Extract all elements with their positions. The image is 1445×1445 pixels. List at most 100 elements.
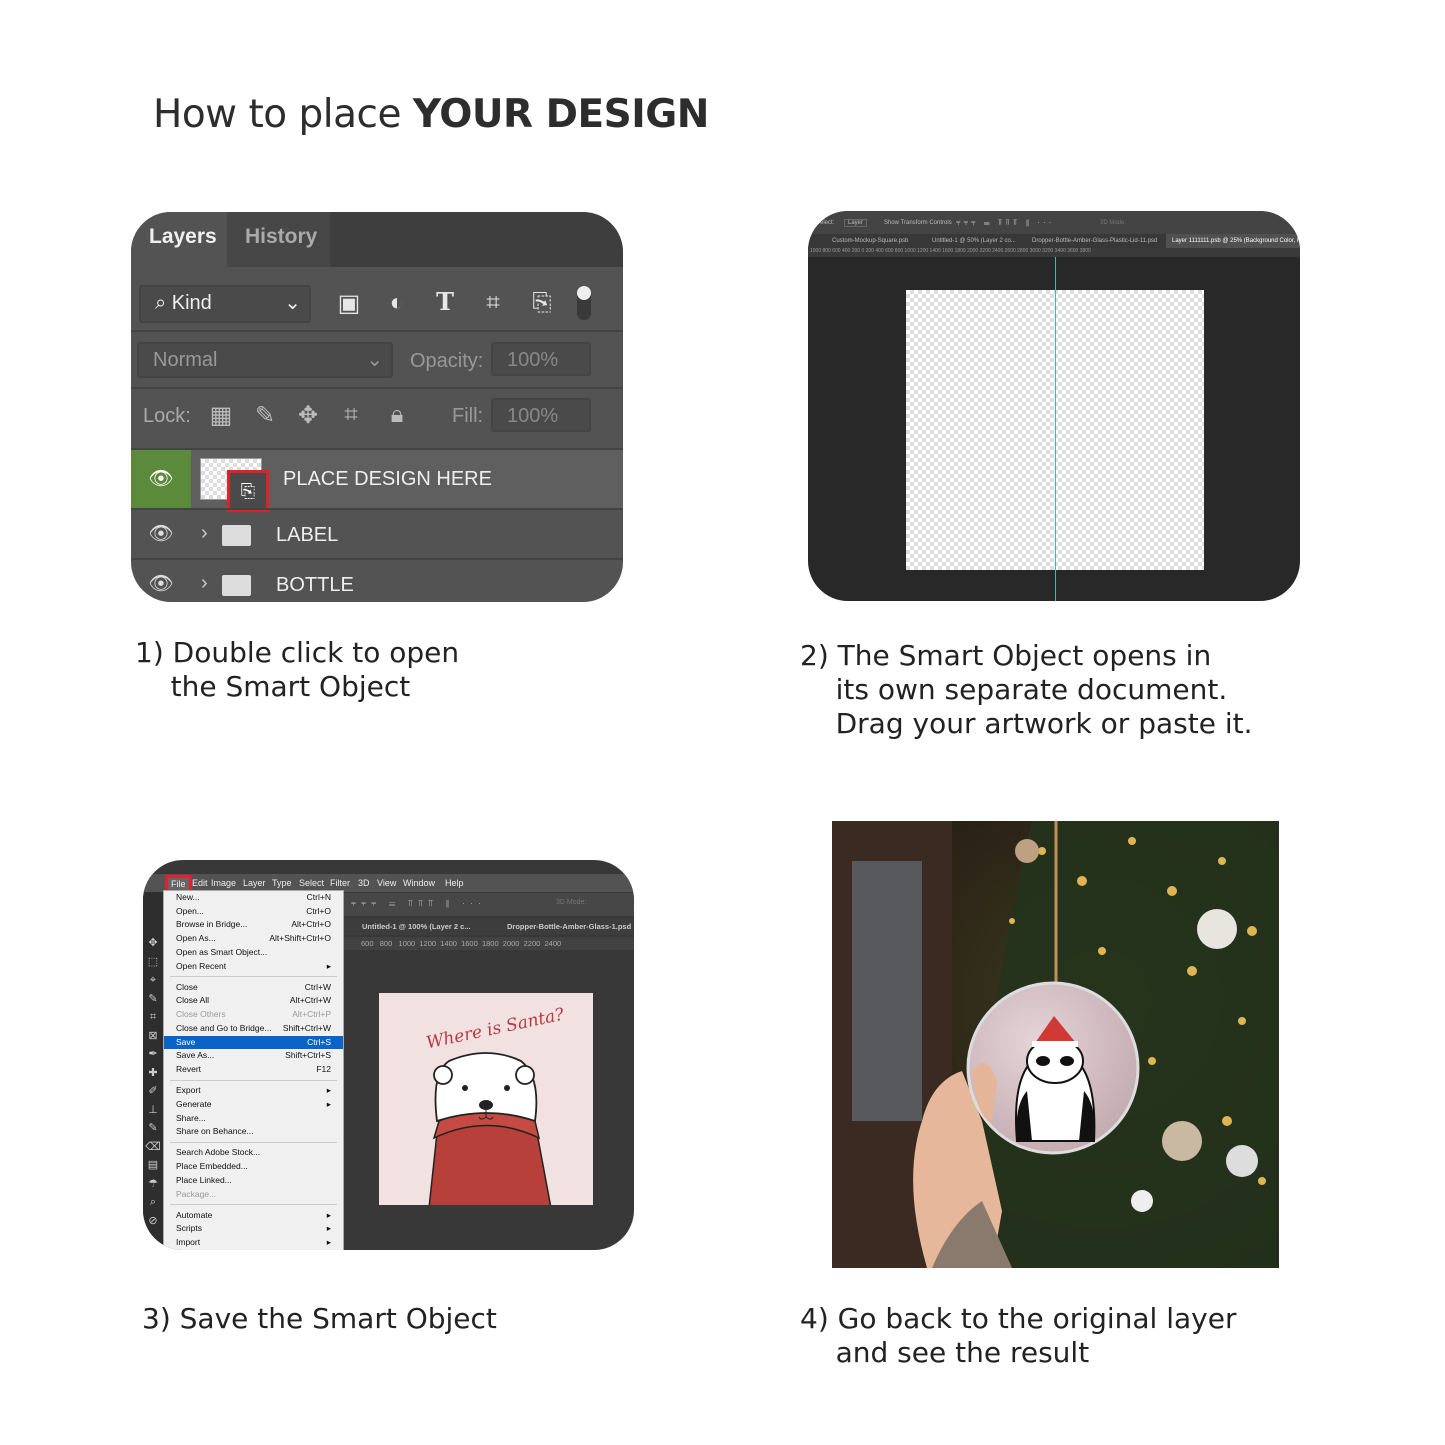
panel-tabs: Layers History <box>131 212 623 267</box>
menu-item-share[interactable]: Share... <box>164 1112 343 1126</box>
tools-panel[interactable]: ✥ ⬚ ⌖ ✎ ⌗ ⊠ ✒ ✚ ✐ ⊥ ✎ ⌫ ▤ ☂ ⌕ ⊘ <box>143 892 163 1250</box>
adjustment-filter-icon[interactable]: ◐ <box>382 289 412 317</box>
menu-window[interactable]: Window <box>403 878 435 888</box>
blend-mode-select[interactable]: Normal ⌄ <box>137 342 393 378</box>
menu-item-place-linked[interactable]: Place Linked... <box>164 1174 343 1188</box>
filter-kind-select[interactable]: ⌕ Kind ⌄ <box>139 285 311 323</box>
menu-item-package[interactable]: Package... <box>164 1188 343 1202</box>
chevron-down-icon: ⌄ <box>366 349 383 371</box>
opacity-label: Opacity: <box>410 350 484 372</box>
layer-name: PLACE DESIGN HERE <box>283 468 492 490</box>
eye-icon[interactable]: 👁︎ <box>131 510 191 558</box>
doc-tab-active[interactable]: Layer 1111111.psb @ 25% (Background Colo… <box>1166 234 1300 248</box>
layer-row-bottle[interactable]: 👁︎ › BOTTLE <box>131 558 623 602</box>
options-bar: Select: Layer Show Transform Controls ⫧⫧… <box>808 211 1300 234</box>
fill-input[interactable]: 100% <box>491 398 591 432</box>
menu-layer[interactable]: Layer <box>243 878 266 888</box>
guide-line[interactable] <box>1055 257 1056 601</box>
chevron-right-icon[interactable]: › <box>201 572 208 595</box>
menu-item-scripts[interactable]: Scripts ▸ <box>164 1222 343 1236</box>
step-4-caption: 4) Go back to the original layer and see… <box>800 1302 1237 1369</box>
lock-label: Lock: <box>143 405 191 427</box>
document-tabs: Custom-Mockup-Square.psb Untitled-1 @ 50… <box>808 234 1300 248</box>
smart-object-icon: ⎘ <box>227 470 269 512</box>
document-tabs: Untitled-1 @ 100% (Layer 2 c... Dropper-… <box>343 918 634 935</box>
image-filter-icon[interactable]: ▣ <box>334 289 364 318</box>
ruler: 600 800 1000 1200 1400 1600 1800 2000 22… <box>343 937 634 950</box>
doc-tab[interactable]: Custom-Mockup-Square.psb <box>832 238 908 244</box>
layer-row-label[interactable]: 👁︎ › LABEL <box>131 508 623 558</box>
options-bar: ⫧⫧⫧ ☰ ⫪⫪⫪ ⫴ ··· 3D Mode: <box>343 893 634 916</box>
step-1-caption: 1) Double click to open the Smart Object <box>135 636 460 703</box>
step-3-caption: 3) Save the Smart Object <box>142 1302 497 1335</box>
menu-item-generate[interactable]: Generate ▸ <box>164 1098 343 1112</box>
type-filter-icon[interactable]: T <box>430 287 460 316</box>
photoshop-save-window: File Edit Image Layer Type Select Filter… <box>143 860 634 1250</box>
layer-row-place-design[interactable]: 👁︎ ⎘ PLACE DESIGN HERE <box>131 448 623 512</box>
layers-panel: Layers History ⌕ Kind ⌄ ▣ ◐ T ⌗ ⎘ Normal ⌄… <box>131 212 623 602</box>
opacity-input[interactable]: 100% <box>491 342 591 376</box>
menu-item-browse-in-bridge[interactable]: Browse in Bridge... Alt+Ctrl+O <box>164 918 343 932</box>
menu-edit[interactable]: Edit <box>192 878 208 888</box>
folder-icon <box>222 525 251 546</box>
menu-separator <box>170 976 337 978</box>
menu-item-share-on-behance[interactable]: Share on Behance... <box>164 1125 343 1139</box>
menu-item-automate[interactable]: Automate ▸ <box>164 1209 343 1223</box>
menu-item-open-as-smart-object[interactable]: Open as Smart Object... <box>164 946 343 960</box>
menu-item-close-all[interactable]: Close All Alt+Ctrl+W <box>164 994 343 1008</box>
menu-type[interactable]: Type <box>272 878 292 888</box>
layer-select[interactable]: Layer <box>844 219 868 227</box>
fill-label: Fill: <box>452 405 484 427</box>
eye-icon[interactable]: 👁︎ <box>131 560 191 602</box>
layer-name: LABEL <box>276 524 339 546</box>
result-photo <box>832 821 1279 1268</box>
menu-item-save[interactable]: Save Ctrl+S <box>164 1035 343 1050</box>
menu-item-place-embedded[interactable]: Place Embedded... <box>164 1160 343 1174</box>
chevron-down-icon: ⌄ <box>284 292 301 314</box>
menu-item-open-as[interactable]: Open As... Alt+Shift+Ctrl+O <box>164 932 343 946</box>
menu-item-revert[interactable]: Revert F12 <box>164 1063 343 1077</box>
step-2-caption: 2) The Smart Object opens in its own sep… <box>800 639 1253 740</box>
menu-item-close-others[interactable]: Close Others Alt+Ctrl+P <box>164 1008 343 1022</box>
lock-move-icon[interactable]: ✥ <box>293 401 323 430</box>
menu-item-save-as[interactable]: Save As... Shift+Ctrl+S <box>164 1049 343 1063</box>
doc-tab[interactable]: Untitled-1 @ 100% (Layer 2 c... <box>362 922 471 931</box>
tab-layers[interactable]: Layers <box>131 212 227 267</box>
eye-icon[interactable]: 👁︎ <box>131 450 191 508</box>
lock-artboard-icon[interactable]: ⌗ <box>336 401 366 429</box>
chevron-right-icon[interactable]: › <box>201 522 208 545</box>
menu-item-new[interactable]: New... Ctrl+N <box>164 891 343 905</box>
lock-brush-icon[interactable]: ✎ <box>250 401 280 430</box>
filter-toggle[interactable] <box>577 286 591 320</box>
menu-item-close[interactable]: Close Ctrl+W <box>164 981 343 995</box>
align-icons[interactable]: ⫧⫧⫧ ☰ ⫪⫪⫪ ⫴ ··· <box>351 898 486 909</box>
menu-separator <box>170 1204 337 1206</box>
menu-item-close-and-go-to-bridge[interactable]: Close and Go to Bridge... Shift+Ctrl+W <box>164 1022 343 1036</box>
menu-select[interactable]: Select <box>299 878 324 888</box>
menu-filter[interactable]: Filter <box>330 878 350 888</box>
doc-tab[interactable]: Dropper-Bottle-Amber-Glass-Plastic-Lid-1… <box>1032 238 1157 244</box>
search-icon: ⌕ <box>155 292 172 314</box>
page-title: How to place YOUR DESIGN <box>153 92 709 137</box>
lock-all-icon[interactable]: 🔒︎ <box>382 401 412 429</box>
menu-item-open[interactable]: Open... Ctrl+O <box>164 905 343 919</box>
smart-object-filter-icon[interactable]: ⎘ <box>527 289 557 317</box>
menu-item-open-recent[interactable]: Open Recent ▸ <box>164 960 343 974</box>
menu-item-import[interactable]: Import ▸ <box>164 1236 343 1250</box>
menu-view[interactable]: View <box>377 878 396 888</box>
artwork-canvas[interactable]: Where is Santa? <box>379 993 593 1205</box>
menu-item-export[interactable]: Export ▸ <box>164 1084 343 1098</box>
menu-image[interactable]: Image <box>211 878 236 888</box>
smart-object-document: Select: Layer Show Transform Controls ⫧⫧… <box>808 211 1300 601</box>
doc-tab[interactable]: Untitled-1 @ 50% (Layer 2 co... <box>932 238 1016 244</box>
tab-history[interactable]: History <box>227 212 330 267</box>
menu-3d[interactable]: 3D <box>358 878 370 888</box>
doc-tab[interactable]: Dropper-Bottle-Amber-Glass-1.psd <box>507 922 631 931</box>
menu-help[interactable]: Help <box>445 878 464 888</box>
transform-checkbox[interactable]: Show Transform Controls <box>884 220 952 226</box>
align-icons[interactable]: ⫧⫧⫧ ☰ ⫪⫪⫪ ⫴ ··· <box>956 218 1054 228</box>
shape-filter-icon[interactable]: ⌗ <box>478 289 508 317</box>
menu-item-search-adobe-stock[interactable]: Search Adobe Stock... <box>164 1146 343 1160</box>
lock-transparent-icon[interactable]: ▦ <box>206 401 236 430</box>
menu-separator <box>170 1079 337 1081</box>
